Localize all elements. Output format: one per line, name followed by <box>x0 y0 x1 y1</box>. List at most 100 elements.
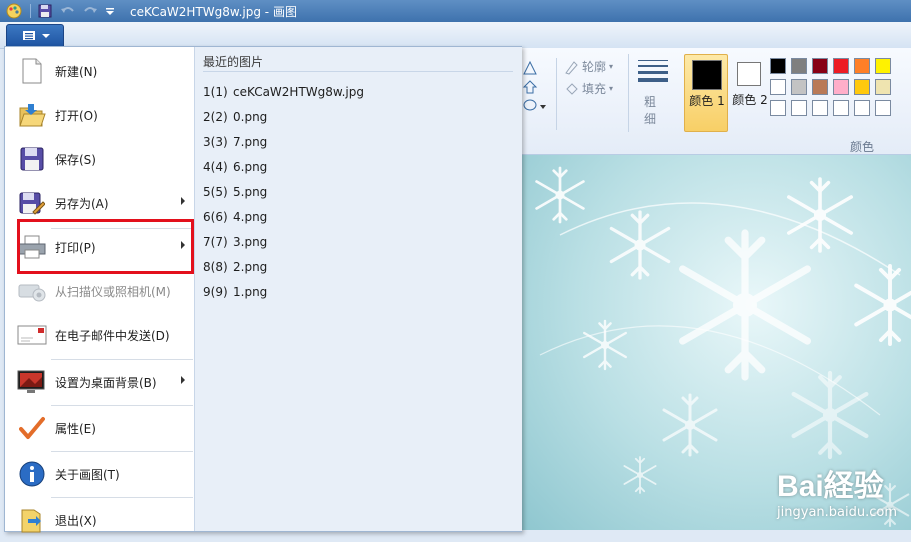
baidu-watermark: Bai経验 jingyan.baidu.com <box>777 461 897 520</box>
submenu-arrow-icon <box>181 197 185 205</box>
undo-icon[interactable] <box>60 3 76 19</box>
recent-file-item[interactable]: 5(5) 5.png <box>203 181 267 203</box>
customize-quick-access-icon[interactable] <box>105 3 115 19</box>
color-swatch[interactable] <box>854 100 870 116</box>
window-title: ceKCaW2HTWg8w.jpg - 画图 <box>130 5 297 19</box>
open-folder-icon <box>17 100 47 130</box>
color-palette <box>770 58 911 118</box>
menu-item-send-email[interactable]: 在电子邮件中发送(D) <box>5 313 193 357</box>
color-swatch[interactable] <box>770 79 786 95</box>
recent-file-item[interactable]: 3(3) 7.png <box>203 131 267 153</box>
scanner-icon <box>17 276 47 306</box>
recent-file-name: 4.png <box>233 210 268 224</box>
outline-button[interactable]: 轮廓 ▾ <box>564 58 613 75</box>
watermark-url: jingyan.baidu.com <box>777 505 897 520</box>
save-disk-icon <box>17 144 47 174</box>
quick-save-icon[interactable] <box>38 3 52 19</box>
application-menu-button[interactable] <box>6 24 64 47</box>
exit-icon <box>17 505 47 535</box>
menu-item-set-desktop-background[interactable]: 设置为桌面背景(B) <box>5 360 193 404</box>
ribbon-divider <box>556 58 557 130</box>
menu-item-label: 属性(E) <box>55 421 96 436</box>
recent-file-item[interactable]: 6(6) 4.png <box>203 206 267 228</box>
recent-file-item[interactable]: 4(4) 6.png <box>203 156 267 178</box>
size-button[interactable]: 粗细 <box>636 54 670 134</box>
shape-callout-icon[interactable] <box>522 98 548 117</box>
color-swatch[interactable] <box>791 100 807 116</box>
color-swatch[interactable] <box>812 100 828 116</box>
outline-brush-icon <box>565 60 578 75</box>
recent-file-name: 5.png <box>233 185 268 199</box>
menu-item-label: 关于画图(T) <box>55 467 120 482</box>
menu-item-label: 在电子邮件中发送(D) <box>55 328 170 343</box>
recent-file-number: 2(2) <box>203 110 228 124</box>
recent-file-number: 4(4) <box>203 160 228 174</box>
redo-icon[interactable] <box>82 3 98 19</box>
recent-file-name: 7.png <box>233 135 268 149</box>
menu-item-label: 另存为(A) <box>55 196 109 211</box>
color-swatch[interactable] <box>854 79 870 95</box>
fill-button[interactable]: 填充 ▾ <box>564 80 613 97</box>
recent-file-number: 7(7) <box>203 235 228 249</box>
colors-group-label: 颜色 <box>850 140 875 154</box>
color-swatch[interactable] <box>812 58 828 74</box>
ribbon-divider <box>628 54 629 132</box>
menu-item-about-paint[interactable]: 关于画图(T) <box>5 452 193 496</box>
submenu-arrow-icon <box>181 376 185 384</box>
recent-file-item[interactable]: 2(2) 0.png <box>203 106 267 128</box>
color-swatch[interactable] <box>791 58 807 74</box>
recent-file-name: 6.png <box>233 160 268 174</box>
color-swatch[interactable] <box>791 79 807 95</box>
color-swatch[interactable] <box>854 58 870 74</box>
recent-file-number: 9(9) <box>203 285 228 299</box>
recent-file-item[interactable]: 9(9) 1.png <box>203 281 267 303</box>
info-icon <box>17 459 47 489</box>
recent-file-number: 3(3) <box>203 135 228 149</box>
recent-file-name: 2.png <box>233 260 268 274</box>
color2-swatch <box>737 62 761 86</box>
menu-item-label: 新建(N) <box>55 64 98 79</box>
paint-app-icon[interactable] <box>6 3 22 19</box>
checkmark-icon <box>17 413 47 443</box>
quick-access-divider <box>30 4 31 18</box>
color-swatch[interactable] <box>875 58 891 74</box>
size-label: 粗细 <box>644 95 657 126</box>
recent-file-number: 6(6) <box>203 210 228 224</box>
color-swatch[interactable] <box>833 58 849 74</box>
color-swatch[interactable] <box>812 79 828 95</box>
recent-file-number: 8(8) <box>203 260 228 274</box>
menu-item-open[interactable]: 打开(O) <box>5 93 193 137</box>
menu-item-new[interactable]: 新建(N) <box>5 49 193 93</box>
color-swatch[interactable] <box>833 79 849 95</box>
shape-rectangle-icon[interactable] <box>522 60 538 79</box>
menu-item-from-scanner[interactable]: 从扫描仪或照相机(M) <box>5 269 193 313</box>
menu-item-exit[interactable]: 退出(X) <box>5 498 193 542</box>
menu-item-label: 设置为桌面背景(B) <box>55 375 157 390</box>
color-swatch[interactable] <box>875 100 891 116</box>
recent-file-item[interactable]: 1(1) ceKCaW2HTWg8w.jpg <box>203 81 364 103</box>
color-swatch[interactable] <box>770 58 786 74</box>
menu-item-label: 打开(O) <box>55 108 98 123</box>
shape-arrow-icon[interactable] <box>522 79 538 98</box>
ribbon-tab-strip <box>0 22 911 49</box>
recent-file-number: 5(5) <box>203 185 228 199</box>
fill-label: 填充 <box>582 82 607 96</box>
menu-item-save[interactable]: 保存(S) <box>5 137 193 181</box>
recent-file-name: ceKCaW2HTWg8w.jpg <box>233 85 364 99</box>
desktop-icon <box>17 367 47 397</box>
color-swatch[interactable] <box>833 100 849 116</box>
color-swatch[interactable] <box>770 100 786 116</box>
recent-file-item[interactable]: 8(8) 2.png <box>203 256 267 278</box>
recent-file-name: 3.png <box>233 235 268 249</box>
color2-button[interactable]: 颜色 2 <box>730 54 770 130</box>
application-menu: 新建(N) 打开(O) 保存(S) 另存为(A) 打印(P) 从扫描仪或照相机(… <box>4 46 522 533</box>
menu-item-label: 保存(S) <box>55 152 96 167</box>
image-canvas[interactable]: Bai経验 jingyan.baidu.com <box>520 155 911 530</box>
recent-file-item[interactable]: 7(7) 3.png <box>203 231 267 253</box>
color1-button[interactable]: 颜色 1 <box>684 54 728 132</box>
recent-file-number: 1(1) <box>203 85 228 99</box>
ribbon-home: 轮廓 ▾ 填充 ▾ 粗细 颜色 1 颜色 2 颜色 <box>520 48 911 155</box>
menu-item-properties[interactable]: 属性(E) <box>5 406 193 450</box>
color-swatch[interactable] <box>875 79 891 95</box>
menu-item-label: 从扫描仪或照相机(M) <box>55 284 171 299</box>
